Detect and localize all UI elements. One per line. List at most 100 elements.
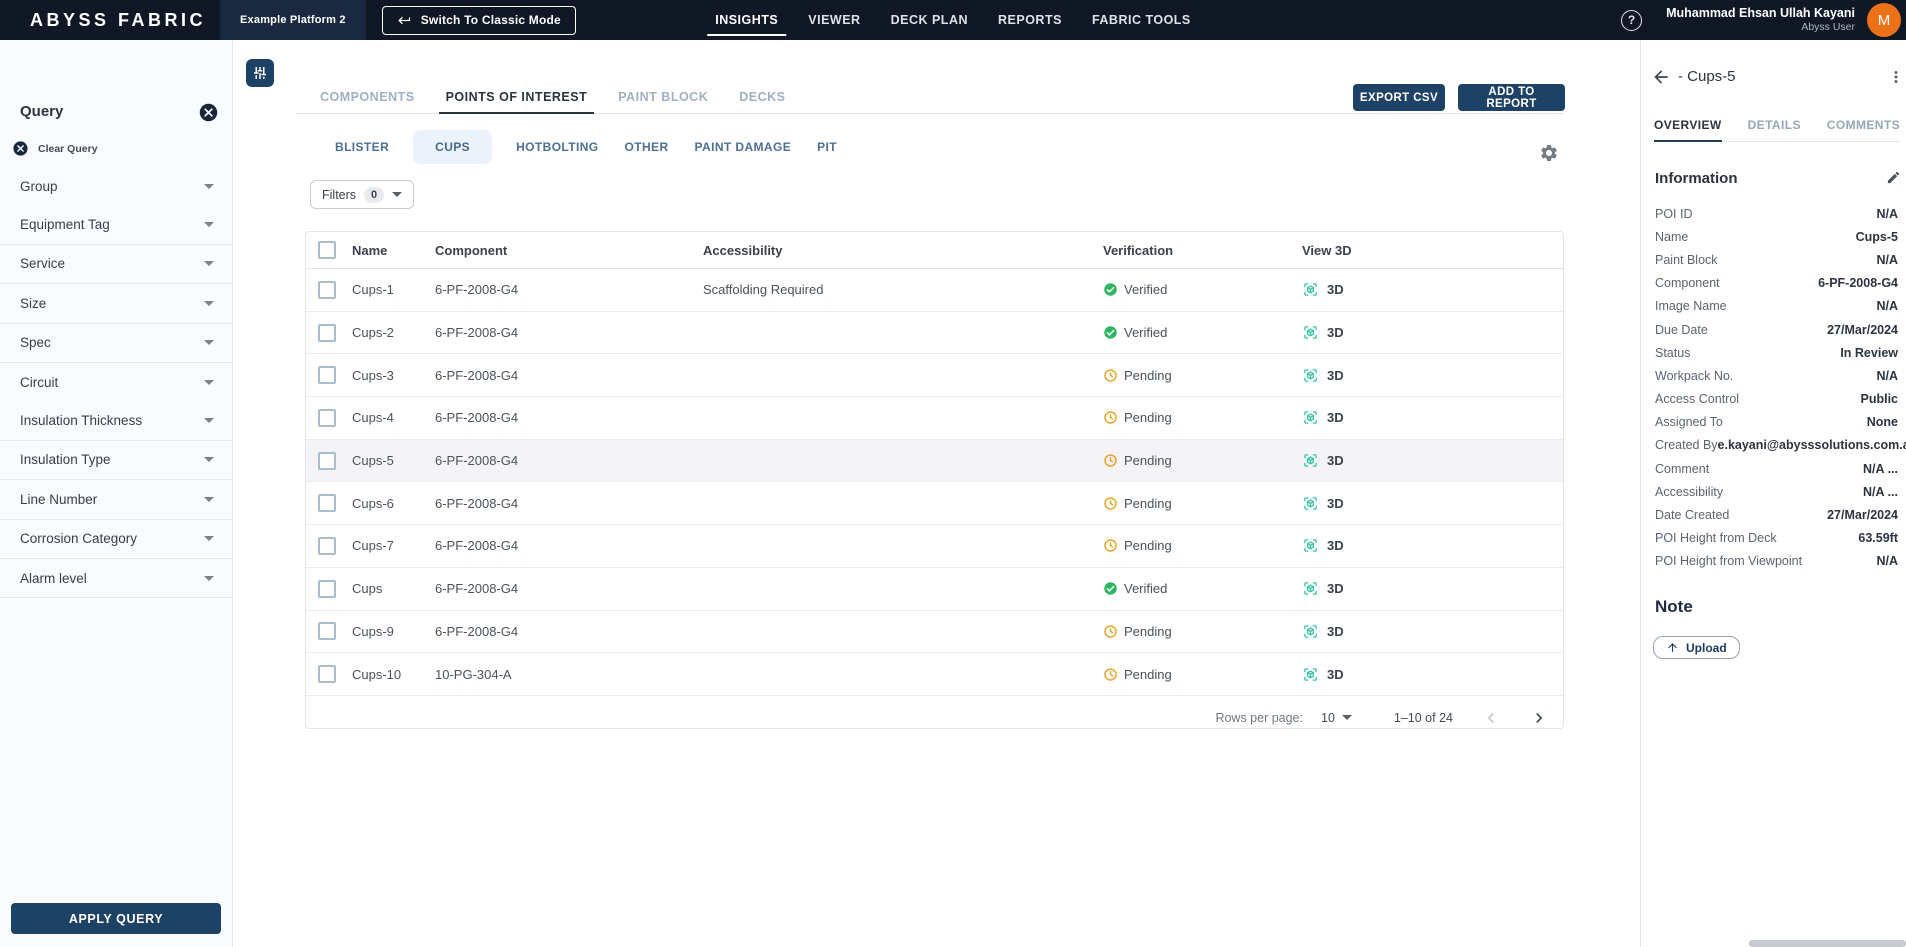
table-row-cups-7[interactable]: Cups-7 6-PF-2008-G4 Pending 3D [306, 525, 1563, 568]
sidebar-item-service[interactable]: Service [0, 243, 232, 284]
row-checkbox[interactable] [318, 536, 336, 555]
view-3d-button[interactable]: 3D [1302, 281, 1563, 298]
view-3d-icon [1302, 409, 1319, 426]
export-csv-button[interactable]: EXPORT CSV [1353, 84, 1445, 111]
rows-per-page-select[interactable]: 10 [1321, 711, 1352, 725]
nav-item-fabric-tools[interactable]: FABRIC TOOLS [1092, 0, 1191, 40]
sidebar-item-equipment-tag[interactable]: Equipment Tag [0, 205, 232, 244]
subtab-hotbolting[interactable]: HOTBOLTING [514, 130, 600, 164]
field-value: N/A [1876, 252, 1898, 267]
help-icon[interactable]: ? [1621, 9, 1643, 31]
view-3d-button[interactable]: 3D [1302, 537, 1563, 554]
view-3d-button[interactable]: 3D [1302, 666, 1563, 683]
horizontal-scrollbar[interactable] [1749, 940, 1906, 947]
upload-button[interactable]: Upload [1653, 636, 1740, 659]
table-row-cups-4[interactable]: Cups-4 6-PF-2008-G4 Pending 3D [306, 397, 1563, 440]
table-row-cups-9[interactable]: Cups-9 6-PF-2008-G4 Pending 3D [306, 611, 1563, 654]
sidebar-item-insulation-type[interactable]: Insulation Type [0, 439, 232, 480]
filters-dropdown[interactable]: Filters 0 [310, 180, 415, 209]
row-checkbox[interactable] [318, 494, 336, 513]
toggle-query-panel-button[interactable] [246, 59, 274, 87]
subtab-paint-damage[interactable]: PAINT DAMAGE [693, 130, 794, 164]
cell-name: Cups-1 [352, 282, 394, 298]
more-options-button[interactable] [1887, 68, 1905, 86]
table-row-cups-1[interactable]: Cups-1 6-PF-2008-G4 Scaffolding Required Ve… [306, 269, 1563, 312]
table-row-cups[interactable]: Cups 6-PF-2008-G4 Verified 3D [306, 568, 1563, 611]
nav-item-viewer[interactable]: VIEWER [808, 0, 860, 40]
subtab-other[interactable]: OTHER [623, 130, 671, 164]
select-all-checkbox[interactable] [318, 241, 336, 259]
poi-subtabs: BLISTER CUPS HOTBOLTING OTHER PAINT DAMAGE PI… [333, 130, 839, 164]
apply-query-button[interactable]: APPLY QUERY [11, 903, 221, 934]
switch-classic-mode-button[interactable]: Switch To Classic Mode [381, 5, 576, 35]
view-3d-button[interactable]: 3D [1302, 409, 1563, 426]
table-row-cups-6[interactable]: Cups-6 6-PF-2008-G4 Pending 3D [306, 482, 1563, 526]
view-3d-button[interactable]: 3D [1302, 580, 1563, 597]
sidebar-item-circuit[interactable]: Circuit [0, 361, 232, 402]
table-body: Cups-1 6-PF-2008-G4 Scaffolding Required Ve… [306, 269, 1563, 696]
sidebar-item-line-number[interactable]: Line Number [0, 479, 232, 519]
platform-selector[interactable]: Example Platform 2 [220, 0, 366, 40]
row-checkbox[interactable] [318, 665, 336, 684]
sidebar-item-insulation-thickness[interactable]: Insulation Thickness [0, 401, 232, 440]
table-row-cups-3[interactable]: Cups-3 6-PF-2008-G4 Pending 3D [306, 354, 1563, 398]
user-info[interactable]: Muhammad Ehsan Ullah Kayani Abyss User [1666, 6, 1855, 35]
sidebar-item-spec[interactable]: Spec [0, 322, 232, 362]
column-header-accessibility[interactable]: Accessibility [703, 243, 1103, 258]
sidebar-item-size[interactable]: Size [0, 283, 232, 323]
view-3d-button[interactable]: 3D [1302, 452, 1563, 469]
table-row-cups-2[interactable]: Cups-2 6-PF-2008-G4 Verified 3D [306, 312, 1563, 355]
tab-components[interactable]: COMPONENTS [317, 80, 418, 113]
back-button[interactable] [1651, 67, 1671, 87]
column-header-verification[interactable]: Verification [1103, 243, 1302, 258]
clear-query-button[interactable]: Clear Query [12, 140, 98, 157]
row-checkbox[interactable] [318, 579, 336, 598]
column-header-name[interactable]: Name [352, 243, 435, 258]
subtab-blister[interactable]: BLISTER [333, 130, 391, 164]
pending-icon [1103, 368, 1118, 383]
field-value: In Review [1840, 345, 1898, 360]
info-field-image-name: Image Name N/A [1655, 295, 1898, 318]
avatar[interactable]: M [1867, 3, 1901, 37]
field-value: 6-PF-2008-G4 [1818, 276, 1898, 291]
detail-tab-overview[interactable]: OVERVIEW [1654, 109, 1722, 142]
tab-points-of-interest[interactable]: POINTS OF INTEREST [438, 80, 594, 114]
detail-tab-details[interactable]: DETAILS [1748, 109, 1801, 141]
row-checkbox[interactable] [318, 280, 336, 299]
nav-item-insights[interactable]: INSIGHTS [707, 0, 787, 40]
view-3d-button[interactable]: 3D [1302, 324, 1563, 341]
view-3d-button[interactable]: 3D [1302, 623, 1563, 640]
tab-decks[interactable]: DECKS [736, 80, 788, 113]
add-to-report-button[interactable]: ADD TO REPORT [1458, 84, 1565, 111]
view-3d-button[interactable]: 3D [1302, 367, 1563, 384]
sidebar-item-group[interactable]: Group [0, 167, 232, 206]
column-header-view-3d[interactable]: View 3D [1302, 243, 1563, 258]
view-3d-button[interactable]: 3D [1302, 495, 1563, 512]
column-header-component[interactable]: Component [435, 243, 703, 258]
tab-paint-block[interactable]: PAINT BLOCK [615, 80, 711, 113]
next-page-button[interactable] [1529, 708, 1549, 728]
row-checkbox[interactable] [318, 323, 336, 342]
sidebar-item-alarm-level[interactable]: Alarm level [0, 557, 232, 598]
subtab-pit[interactable]: PIT [815, 130, 839, 164]
cell-verification: Pending [1103, 624, 1302, 639]
chevron-down-icon [204, 496, 214, 502]
nav-item-reports[interactable]: REPORTS [998, 0, 1062, 40]
table-row-cups-5[interactable]: Cups-5 6-PF-2008-G4 Pending 3D [306, 439, 1563, 483]
row-checkbox[interactable] [318, 408, 336, 427]
close-query-icon[interactable] [198, 102, 219, 123]
nav-item-deck-plan[interactable]: DECK PLAN [891, 0, 968, 40]
sidebar-item-corrosion-category[interactable]: Corrosion Category [0, 518, 232, 558]
chevron-down-icon [392, 192, 403, 197]
cell-name: Cups-3 [352, 367, 394, 383]
previous-page-button[interactable] [1481, 708, 1501, 728]
table-settings-button[interactable] [1539, 142, 1561, 164]
row-checkbox[interactable] [318, 622, 336, 641]
detail-tab-comments[interactable]: COMMENTS [1827, 109, 1900, 141]
table-row-cups-10[interactable]: Cups-10 10-PG-304-A Pending 3D [306, 653, 1563, 696]
row-checkbox[interactable] [318, 366, 336, 385]
field-label: POI ID [1655, 206, 1693, 221]
subtab-cups[interactable]: CUPS [413, 130, 493, 164]
row-checkbox[interactable] [318, 451, 336, 470]
edit-information-button[interactable] [1885, 170, 1901, 186]
